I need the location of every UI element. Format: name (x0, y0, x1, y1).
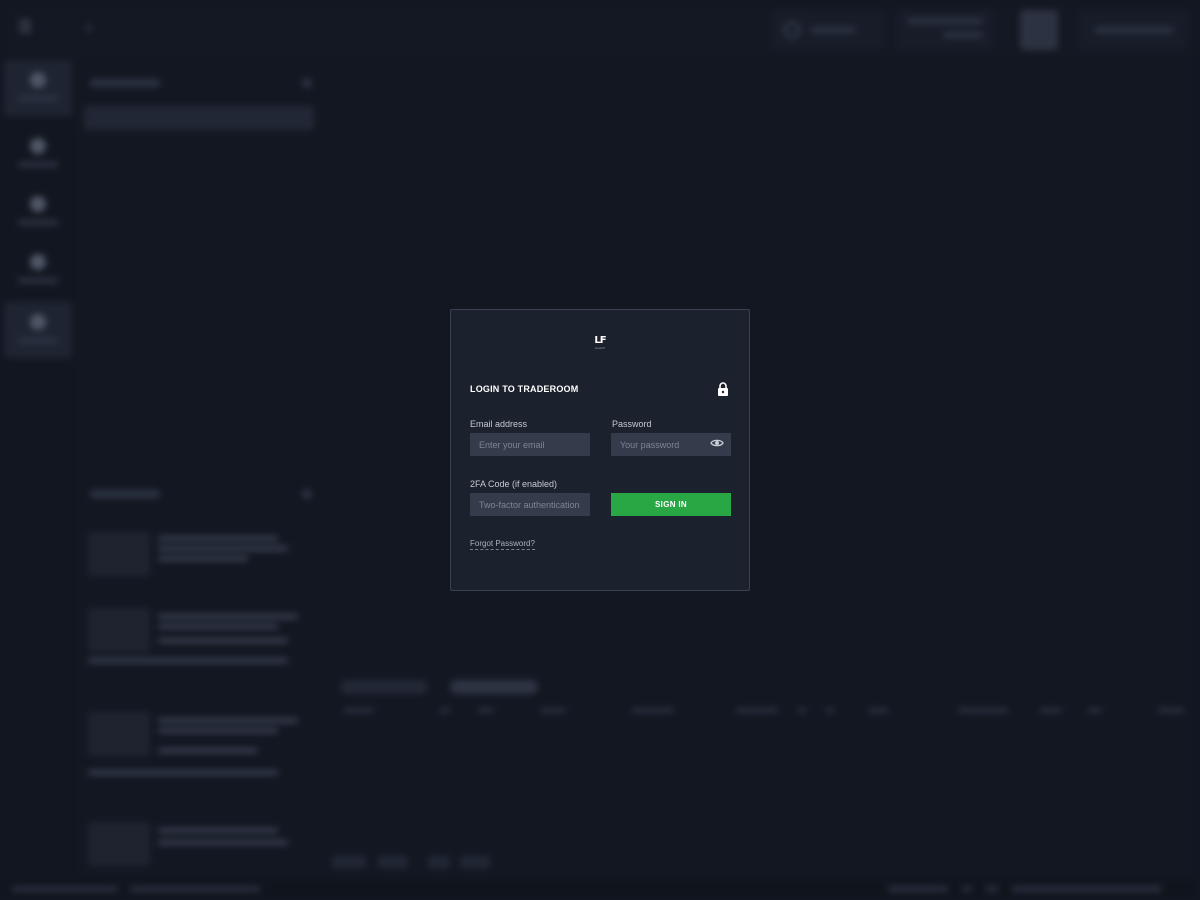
forgot-password-link[interactable]: Forgot Password? (470, 539, 535, 550)
login-modal: LF LimeFX LOGIN TO TRADEROOM Email addre… (450, 309, 750, 591)
twofa-label: 2FA Code (if enabled) (470, 479, 558, 489)
email-label: Email address (470, 419, 528, 429)
modal-title: LOGIN TO TRADEROOM (470, 384, 579, 394)
password-label: Password (612, 419, 652, 429)
brand-logo: LF LimeFX (590, 335, 610, 353)
twofa-field[interactable] (470, 493, 590, 516)
brand-logo-mark: LF (594, 335, 606, 346)
email-field[interactable] (470, 433, 590, 456)
eye-icon[interactable] (710, 438, 724, 448)
lock-icon (718, 382, 728, 396)
brand-logo-wordmark: LimeFX (594, 346, 606, 350)
sign-in-button[interactable]: SIGN IN (611, 493, 731, 516)
